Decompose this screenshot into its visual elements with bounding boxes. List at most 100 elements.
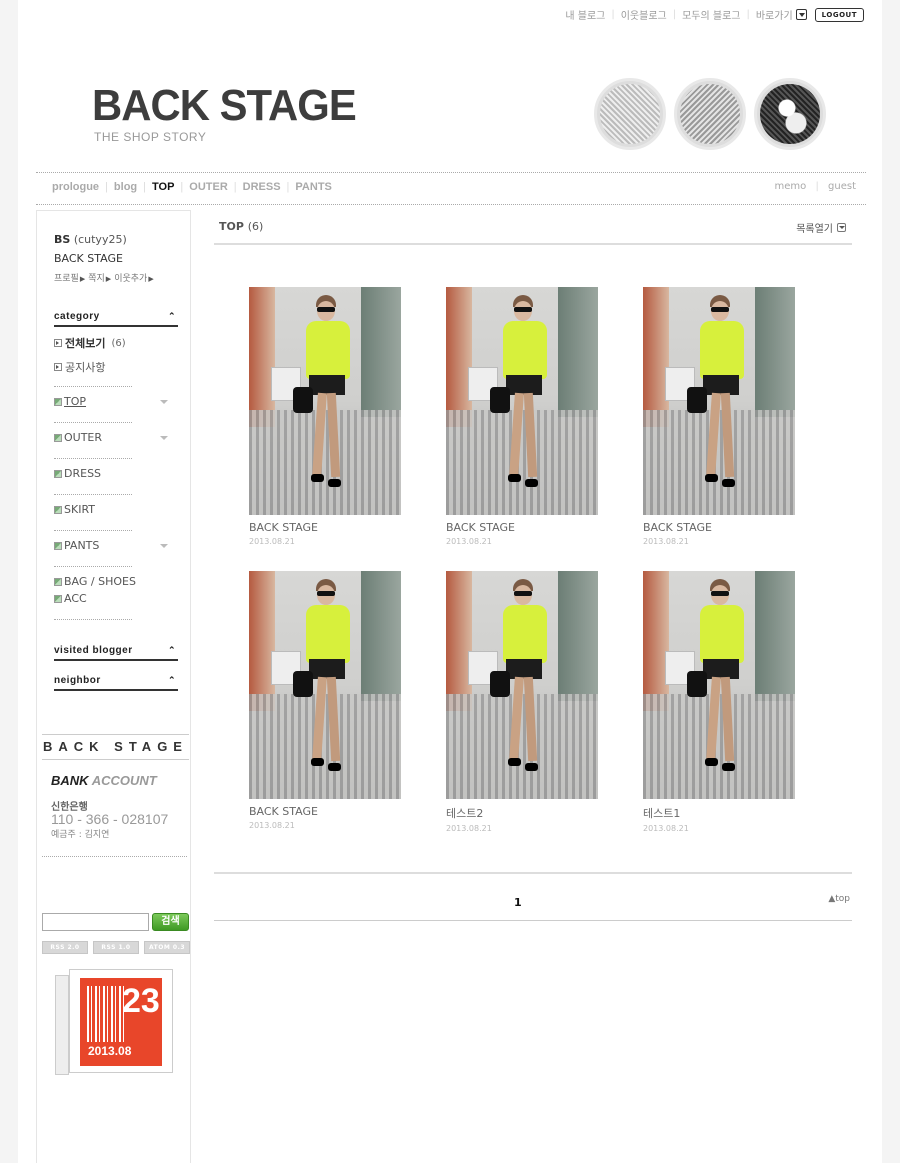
shortcut-link[interactable]: 바로가기: [756, 7, 793, 22]
dropdown-icon[interactable]: [160, 436, 168, 440]
post-card[interactable]: BACK STAGE 2013.08.21: [249, 571, 401, 830]
chevron-up-icon[interactable]: ⌃: [168, 675, 176, 686]
nav-item-pants[interactable]: PANTS: [295, 181, 331, 193]
list-header: TOP (6) 목록열기: [214, 210, 852, 245]
visited-blogger-header[interactable]: visited blogger ⌃: [54, 645, 178, 661]
header-photo-shoes: [594, 78, 666, 150]
calendar-badge: 23 2013.08: [55, 969, 175, 1075]
profile-blog-name: BACK STAGE: [54, 252, 123, 265]
category-header[interactable]: category ⌃: [54, 311, 178, 327]
post-card[interactable]: 테스트2 2013.08.21: [446, 571, 598, 833]
dropdown-icon[interactable]: [160, 544, 168, 548]
chevron-down-icon: [837, 223, 846, 232]
category-bag-shoes[interactable]: BAG / SHOES: [54, 575, 136, 588]
blog-logo[interactable]: BACK STAGE THE SHOP STORY: [92, 81, 370, 145]
main-nav: prologue | blog | TOP | OUTER | DRESS | PANTS…: [36, 172, 866, 205]
page: 내 블로그 | 이웃블로그 | 모두의 블로그 | 바로가기 LOGOUT BA…: [18, 0, 882, 1163]
arrow-right-icon: ▶: [79, 275, 86, 283]
nav-right: memo | guest: [774, 181, 856, 192]
chevron-up-icon[interactable]: ⌃: [168, 645, 176, 656]
bank-holder: 예금주 : 김지연: [51, 830, 110, 840]
category-all[interactable]: 전체보기 (6): [54, 335, 126, 351]
post-date: 2013.08.21: [446, 824, 492, 833]
post-date: 2013.08.21: [643, 824, 689, 833]
memo-link[interactable]: memo: [775, 181, 807, 192]
category-notice[interactable]: 공지사항: [54, 359, 105, 375]
search-input[interactable]: [42, 913, 149, 931]
my-blog-link[interactable]: 내 블로그: [565, 7, 605, 22]
nav-item-blog[interactable]: blog |: [114, 181, 152, 193]
bank-number: 110 - 366 - 028107: [51, 811, 169, 827]
post-thumbnail[interactable]: [249, 571, 401, 799]
guest-link[interactable]: guest: [828, 181, 856, 192]
post-card[interactable]: BACK STAGE 2013.08.21: [249, 287, 401, 546]
barcode-icon: [87, 986, 127, 1042]
nav-item-top[interactable]: TOP |: [152, 181, 189, 193]
rss1-button[interactable]: RSS 1.0: [93, 941, 139, 954]
backstage-banner: BACK STAGE: [42, 734, 189, 760]
post-card[interactable]: BACK STAGE 2013.08.21: [446, 287, 598, 546]
main-content: TOP (6) 목록열기 BACK STAGE 2013.08.21 BACK ST…: [214, 210, 852, 921]
category-top[interactable]: TOP: [54, 395, 168, 408]
post-card[interactable]: BACK STAGE 2013.08.21: [643, 287, 795, 546]
post-title[interactable]: BACK STAGE: [249, 521, 401, 534]
post-date: 2013.08.21: [643, 537, 689, 546]
post-thumbnail[interactable]: [446, 287, 598, 515]
page-title: TOP (6): [219, 220, 264, 233]
post-thumbnail[interactable]: [643, 571, 795, 799]
post-date: 2013.08.21: [249, 821, 295, 830]
profile-links: 프로필▶ 쪽지▶ 이웃추가▶: [54, 271, 190, 284]
neighbor-blog-link[interactable]: 이웃블로그: [621, 7, 667, 22]
category-outer[interactable]: OUTER: [54, 431, 168, 444]
category-skirt[interactable]: SKIRT: [54, 503, 95, 516]
image-icon: [54, 469, 62, 478]
category-acc[interactable]: ACC: [54, 592, 87, 605]
arrow-box-icon: [54, 363, 62, 371]
logo-subtitle: THE SHOP STORY: [94, 130, 207, 144]
post-thumbnail[interactable]: [446, 571, 598, 799]
atom-button[interactable]: ATOM 0.3: [144, 941, 190, 954]
category-dress[interactable]: DRESS: [54, 467, 101, 480]
post-title[interactable]: BACK STAGE: [446, 521, 598, 534]
dropdown-icon[interactable]: [160, 400, 168, 404]
badge-number: 23: [122, 982, 160, 1020]
post-title[interactable]: 테스트2: [446, 805, 598, 821]
image-icon: [54, 541, 62, 550]
page-number[interactable]: 1: [514, 896, 522, 909]
image-icon: [54, 433, 62, 442]
post-title[interactable]: 테스트1: [643, 805, 795, 821]
nav-item-dress[interactable]: DRESS |: [243, 181, 296, 193]
post-title[interactable]: BACK STAGE: [249, 805, 401, 818]
profile-link[interactable]: 프로필: [54, 274, 79, 284]
arrow-box-icon: [54, 339, 62, 347]
post-thumbnail[interactable]: [249, 287, 401, 515]
neighbor-header[interactable]: neighbor ⌃: [54, 675, 178, 691]
to-top-link[interactable]: ▲top: [828, 894, 850, 904]
search-button[interactable]: 검색: [152, 913, 189, 931]
nav-item-outer[interactable]: OUTER |: [189, 181, 242, 193]
profile-id: (cutyy25): [73, 233, 127, 246]
logo-title: BACK STAGE: [92, 81, 357, 130]
add-neighbor-link[interactable]: 이웃추가: [114, 274, 147, 284]
post-thumbnail[interactable]: [643, 287, 795, 515]
image-icon: [54, 577, 62, 586]
post-title[interactable]: BACK STAGE: [643, 521, 795, 534]
logout-button[interactable]: LOGOUT: [814, 7, 864, 22]
all-blogs-link[interactable]: 모두의 블로그: [682, 7, 740, 22]
post-date: 2013.08.21: [249, 537, 295, 546]
header-photo-flower: [754, 78, 826, 150]
bank-account-title: BANK ACCOUNT: [51, 773, 157, 788]
profile-nick: BS: [54, 233, 71, 246]
nav-item-prologue[interactable]: prologue |: [52, 181, 114, 193]
post-card[interactable]: 테스트1 2013.08.21: [643, 571, 795, 833]
post-date: 2013.08.21: [446, 537, 492, 546]
category-pants[interactable]: PANTS: [54, 539, 168, 552]
header-photos: [594, 78, 826, 150]
search-box: 검색: [42, 913, 189, 931]
chevron-up-icon[interactable]: ⌃: [168, 311, 176, 322]
list-open-button[interactable]: 목록열기: [796, 220, 846, 235]
message-link[interactable]: 쪽지: [88, 274, 105, 284]
rss2-button[interactable]: RSS 2.0: [42, 941, 88, 954]
chevron-down-icon[interactable]: [795, 9, 807, 20]
profile: BS (cutyy25) BACK STAGE 프로필▶ 쪽지▶ 이웃추가▶: [37, 211, 190, 284]
